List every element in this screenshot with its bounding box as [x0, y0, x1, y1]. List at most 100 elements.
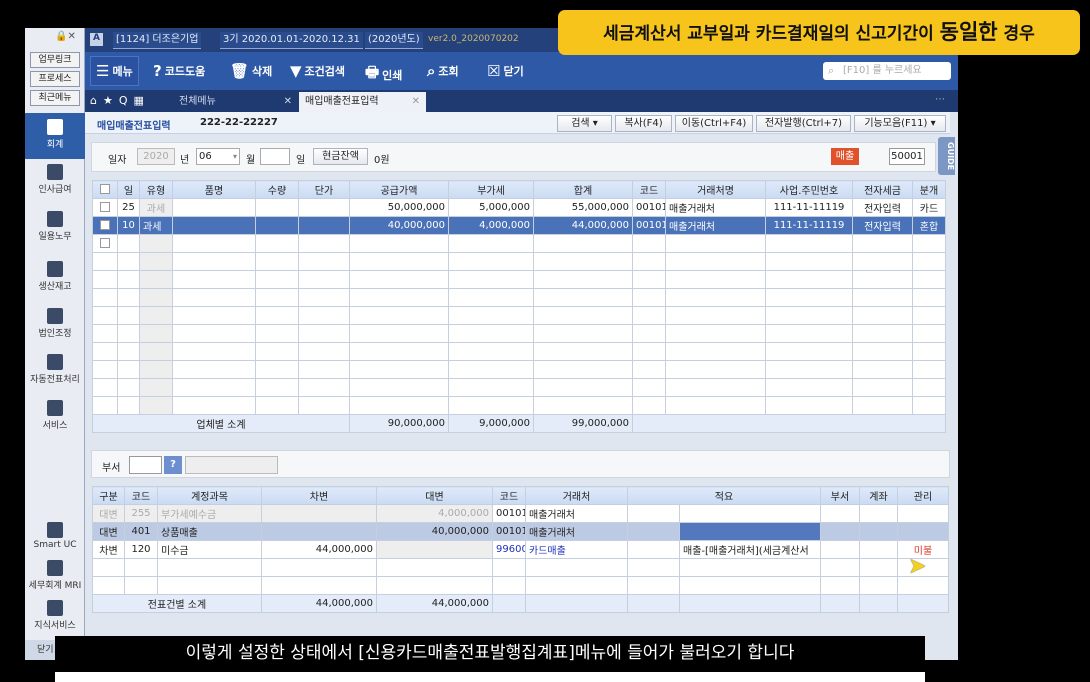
- table-cell[interactable]: [261, 576, 377, 595]
- table-cell[interactable]: [172, 324, 256, 343]
- table-cell[interactable]: 255: [124, 504, 158, 523]
- month-select[interactable]: 06 ▾: [196, 148, 240, 165]
- table-cell[interactable]: [139, 360, 173, 379]
- table-cell[interactable]: 차변: [92, 540, 125, 559]
- table-cell[interactable]: [349, 396, 449, 415]
- table-cell[interactable]: [820, 576, 860, 595]
- table-cell[interactable]: 대변: [92, 504, 125, 523]
- table-cell[interactable]: [912, 270, 946, 289]
- table-cell[interactable]: [632, 252, 666, 271]
- table-cell[interactable]: 매출거래처: [665, 216, 766, 235]
- move-button[interactable]: 이동(Ctrl+F4): [675, 115, 753, 132]
- search-dropdown-button[interactable]: 검색 ▾: [557, 115, 612, 132]
- table-cell[interactable]: [448, 378, 534, 397]
- table-cell[interactable]: [448, 252, 534, 271]
- column-header[interactable]: 품명: [172, 180, 256, 199]
- table-cell[interactable]: [139, 270, 173, 289]
- table-cell[interactable]: [859, 576, 898, 595]
- sidebar-item-knowledge[interactable]: 지식서비스: [25, 600, 85, 631]
- manage-cell[interactable]: [897, 576, 949, 595]
- table-cell[interactable]: [632, 378, 666, 397]
- table-cell[interactable]: 과세: [139, 198, 173, 217]
- table-cell[interactable]: 111-11-11119: [765, 198, 853, 217]
- table-cell[interactable]: 111-11-11119: [765, 216, 853, 235]
- table-cell[interactable]: [349, 234, 449, 253]
- empty-cell[interactable]: [627, 522, 680, 541]
- table-row[interactable]: 대변 255 부가세예수금 4,000,000 00101 매출거래처: [92, 504, 949, 523]
- table-cell[interactable]: [255, 270, 299, 289]
- table-cell[interactable]: [124, 558, 158, 577]
- table-cell[interactable]: [349, 342, 449, 361]
- column-header[interactable]: 관리: [897, 486, 949, 505]
- table-cell[interactable]: 120: [124, 540, 158, 559]
- table-cell[interactable]: 4,000,000: [448, 216, 534, 235]
- menu-button[interactable]: ☰ 메뉴: [90, 56, 139, 86]
- home-star-search-calendar-icons[interactable]: ⌂★Q▦: [90, 94, 150, 107]
- table-cell[interactable]: [852, 378, 913, 397]
- table-cell[interactable]: [765, 378, 853, 397]
- select-all-checkbox[interactable]: [100, 184, 110, 194]
- empty-cell[interactable]: [627, 594, 680, 613]
- table-row[interactable]: [92, 558, 949, 577]
- row-checkbox-cell[interactable]: [92, 234, 118, 253]
- guide-tab[interactable]: GUIDE: [938, 137, 955, 175]
- table-cell[interactable]: [349, 288, 449, 307]
- subtotal-label[interactable]: 전표건별 소계: [92, 594, 262, 613]
- sidebar-item-daily-labor[interactable]: 일용노무: [25, 211, 85, 242]
- subtotal-label[interactable]: 업체별 소계: [92, 414, 350, 433]
- voucher-code-field[interactable]: 50001: [889, 148, 925, 165]
- row-checkbox-cell[interactable]: [92, 360, 118, 379]
- table-cell[interactable]: [665, 378, 766, 397]
- table-cell[interactable]: [117, 306, 140, 325]
- table-cell[interactable]: [261, 522, 377, 541]
- table-cell[interactable]: [92, 558, 125, 577]
- empty-cell[interactable]: [525, 594, 628, 613]
- column-header[interactable]: 단가: [298, 180, 350, 199]
- table-cell[interactable]: [765, 342, 853, 361]
- department-code-field[interactable]: [129, 456, 162, 474]
- table-cell[interactable]: [533, 306, 633, 325]
- row-checkbox-cell[interactable]: [92, 342, 118, 361]
- table-cell[interactable]: 과세: [139, 216, 173, 235]
- table-cell[interactable]: [912, 288, 946, 307]
- table-cell[interactable]: [261, 558, 377, 577]
- print-button[interactable]: 🖶 인쇄: [365, 62, 402, 87]
- column-header[interactable]: 수량: [255, 180, 299, 199]
- table-cell[interactable]: [92, 576, 125, 595]
- table-cell[interactable]: [139, 396, 173, 415]
- table-cell[interactable]: 매출거래처: [665, 198, 766, 217]
- empty-cell[interactable]: [820, 594, 860, 613]
- column-header[interactable]: 전자세금: [852, 180, 913, 199]
- table-cell[interactable]: [117, 252, 140, 271]
- empty-cell[interactable]: [627, 540, 680, 559]
- table-cell[interactable]: [492, 558, 526, 577]
- table-cell[interactable]: [912, 234, 946, 253]
- table-cell[interactable]: 50,000,000: [349, 198, 449, 217]
- table-row[interactable]: 대변 401 상품매출 40,000,000 00101 매출거래처: [92, 522, 949, 541]
- row-checkbox-cell[interactable]: [92, 216, 118, 235]
- table-cell[interactable]: 전자입력: [852, 198, 913, 217]
- empty-cell[interactable]: [627, 576, 680, 595]
- table-cell[interactable]: 카드: [912, 198, 946, 217]
- column-header[interactable]: 계정과목: [157, 486, 262, 505]
- table-cell[interactable]: 카드매출: [525, 540, 628, 559]
- row-checkbox-cell[interactable]: [92, 378, 118, 397]
- table-cell[interactable]: 혼합: [912, 216, 946, 235]
- table-row[interactable]: [92, 378, 946, 397]
- tab-close-icon[interactable]: ✕: [412, 92, 420, 112]
- table-cell[interactable]: [852, 360, 913, 379]
- tab-all-menu[interactable]: 전체메뉴 ✕: [173, 92, 298, 112]
- table-cell[interactable]: [157, 558, 262, 577]
- subtotal-supply[interactable]: 90,000,000: [349, 414, 449, 433]
- table-cell[interactable]: [533, 378, 633, 397]
- table-cell[interactable]: [448, 360, 534, 379]
- empty-cell[interactable]: [492, 594, 526, 613]
- table-cell[interactable]: [852, 306, 913, 325]
- day-field[interactable]: [260, 148, 290, 165]
- table-cell[interactable]: 전자입력: [852, 216, 913, 235]
- table-cell[interactable]: [765, 324, 853, 343]
- tab-voucher-entry[interactable]: 매입매출전표입력 ✕: [299, 92, 426, 112]
- table-cell[interactable]: [533, 288, 633, 307]
- table-row[interactable]: [92, 360, 946, 379]
- table-cell[interactable]: [298, 378, 350, 397]
